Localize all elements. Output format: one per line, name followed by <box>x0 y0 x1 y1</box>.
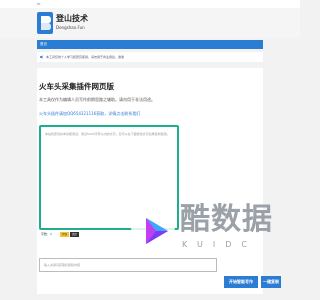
counter-value: 0 <box>50 232 52 236</box>
watermark: 酷数据 KUIDC <box>128 196 288 278</box>
counter-label: 字数： <box>41 232 51 236</box>
brand-subtitle: Dengshan.Fun <box>56 25 85 30</box>
page-description: 本工具仅作为编辑人员写作前期思路之辅助。请勿用于非法用途。 <box>39 97 155 102</box>
keyword-input-placeholder: 输入关键词获取标题和内容 <box>44 263 81 267</box>
brand-title[interactable]: 登山技术 <box>56 14 88 23</box>
notice-text: 本工具仅供个人学习和研究使用，请勿用于商业用途，谢谢 <box>46 55 125 59</box>
watermark-subtext: KUIDC <box>182 240 257 249</box>
copy-badge-button[interactable]: 复制 <box>60 232 69 237</box>
clear-badge-button[interactable]: 清空 <box>70 232 79 237</box>
watermark-text: 酷数据 <box>180 202 273 237</box>
contact-link[interactable]: 火车头插件请加QQ654321116获取，详情点击联系我们 <box>39 111 140 116</box>
nav-bar: 首页 <box>37 40 263 49</box>
textarea-placeholder: 本站伪原创基本功能测试，测试5000字符以内的文字。您可以在下面修改文字后再复制… <box>45 132 170 136</box>
top-bar-text: 8T <box>37 2 41 6</box>
notice-bar: 本工具仅供个人学习和研究使用，请勿用于商业用途，谢谢 <box>37 52 263 62</box>
speaker-icon <box>40 55 43 59</box>
brand-logo-icon[interactable] <box>37 12 53 34</box>
top-bar: 8T <box>0 0 300 8</box>
char-counter: 字数：0 <box>41 232 52 237</box>
nav-item-home[interactable]: 首页 <box>40 40 47 49</box>
page-title: 火车头采集插件网页版 <box>39 82 114 91</box>
watermark-logo-icon <box>131 209 175 253</box>
